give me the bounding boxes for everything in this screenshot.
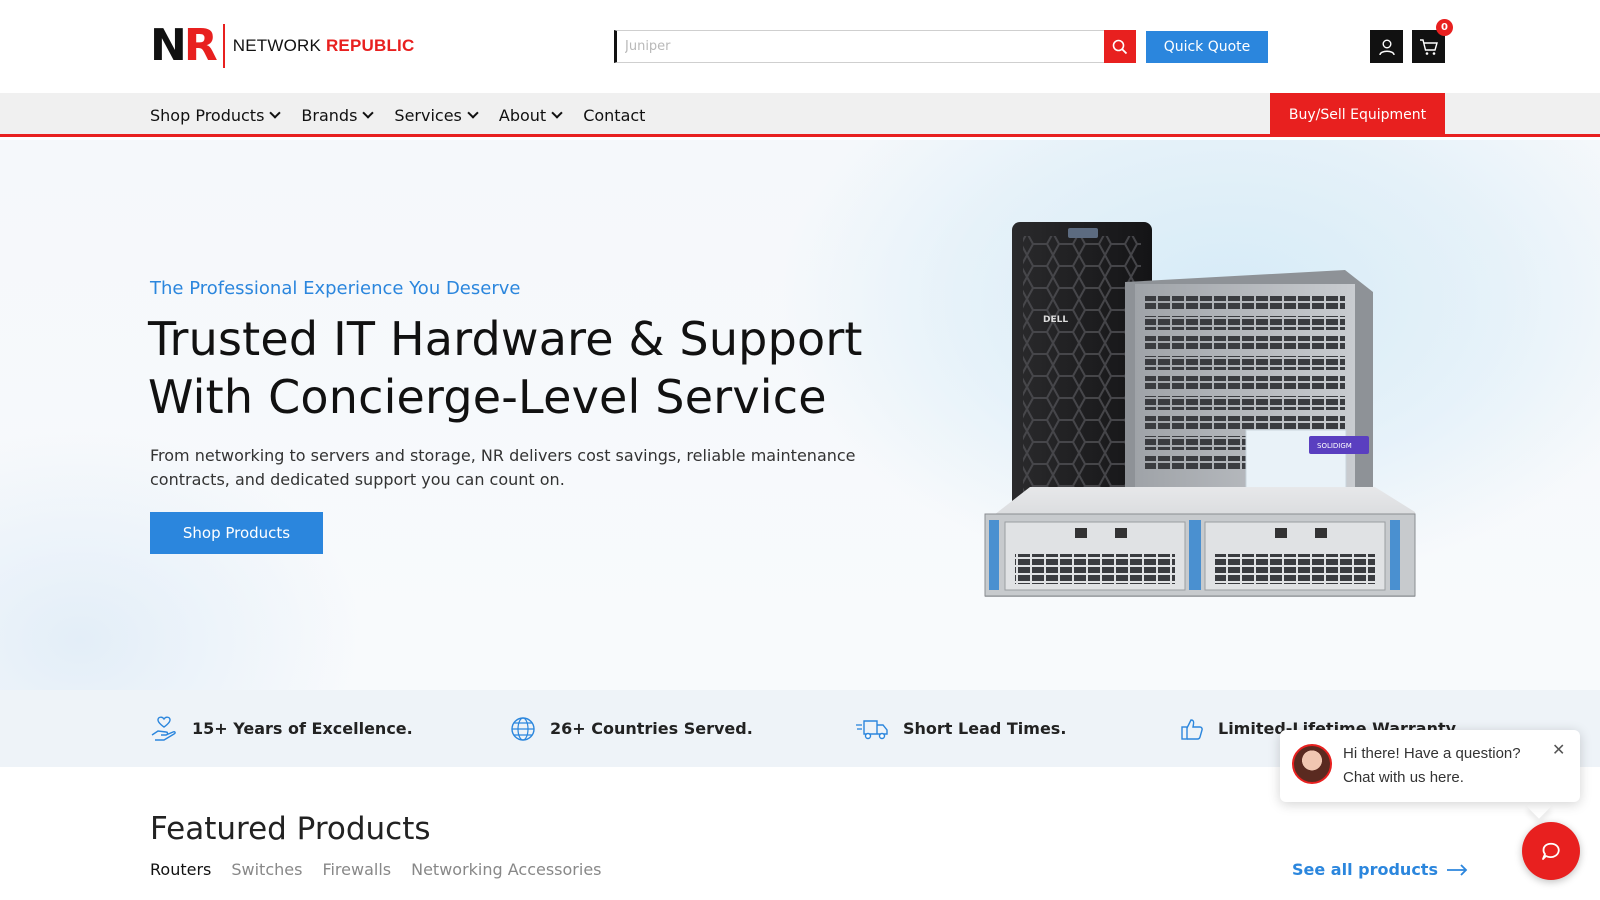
cart-icon xyxy=(1419,38,1438,55)
tab-routers[interactable]: Routers xyxy=(150,860,211,879)
tab-switches[interactable]: Switches xyxy=(231,860,302,879)
tab-firewalls[interactable]: Firewalls xyxy=(322,860,391,879)
feature-lead-times: Short Lead Times. xyxy=(855,690,1066,767)
hero-tagline: The Professional Experience You Deserve xyxy=(150,278,521,299)
nav-item-label: About xyxy=(498,105,547,125)
feature-text: 26+ Countries Served. xyxy=(550,719,753,738)
router-unit xyxy=(984,487,1416,597)
main-nav: Shop Products Brands Services About Cont… xyxy=(0,93,1600,137)
feature-years: 15+ Years of Excellence. xyxy=(150,690,413,767)
feature-countries: 26+ Countries Served. xyxy=(510,690,753,767)
chat-launcher-button[interactable] xyxy=(1522,822,1580,880)
quick-quote-button[interactable]: Quick Quote xyxy=(1146,31,1268,63)
nav-items: Shop Products Brands Services About Cont… xyxy=(150,93,645,137)
see-all-label: See all products xyxy=(1292,860,1438,879)
server-brand-label: DELL xyxy=(1043,315,1068,325)
tab-networking-accessories[interactable]: Networking Accessories xyxy=(411,860,601,879)
logo-word-republic: REPUBLIC xyxy=(325,36,415,55)
nav-item-shop-products[interactable]: Shop Products xyxy=(150,105,282,125)
site-header: NR NETWORK REPUBLIC Quick Quote xyxy=(0,0,1600,93)
chevron-down-icon xyxy=(362,107,375,119)
logo-word-network: NETWORK xyxy=(232,36,322,55)
featured-products-title: Featured Products xyxy=(150,811,431,847)
nav-item-label: Brands xyxy=(301,105,358,125)
account-button[interactable] xyxy=(1370,30,1403,63)
arrow-right-icon xyxy=(1446,863,1468,876)
nav-item-brands[interactable]: Brands xyxy=(301,105,375,125)
hero-product-image: DELL SOLIDIGM xyxy=(984,222,1416,597)
cart-count-badge: 0 xyxy=(1436,19,1453,36)
user-icon xyxy=(1378,39,1395,55)
close-icon[interactable]: ✕ xyxy=(1552,740,1565,759)
feature-text: 15+ Years of Excellence. xyxy=(192,719,413,738)
chassis-switch: SOLIDIGM xyxy=(1125,270,1373,502)
chat-message-line-1: Hi there! Have a question? xyxy=(1343,745,1521,762)
logo-divider xyxy=(222,24,225,68)
chevron-down-icon xyxy=(467,107,479,119)
nav-item-label: Services xyxy=(394,105,462,125)
logo-letter-r: R xyxy=(183,20,218,71)
hero-title-line-1: Trusted IT Hardware & Support xyxy=(148,312,863,366)
buy-sell-equipment-button[interactable]: Buy/Sell Equipment xyxy=(1270,93,1445,137)
thumbs-up-icon xyxy=(1181,718,1203,740)
agent-avatar xyxy=(1292,744,1332,784)
shop-products-button[interactable]: Shop Products xyxy=(150,512,323,554)
nav-item-label: Shop Products xyxy=(150,105,265,125)
ssd-brand-label: SOLIDIGM xyxy=(1317,442,1352,450)
hero-title: Trusted IT Hardware & Support With Conci… xyxy=(148,310,868,426)
site-logo[interactable]: NR NETWORK REPUBLIC xyxy=(150,24,414,68)
nav-item-about[interactable]: About xyxy=(498,105,563,125)
search-button[interactable] xyxy=(1104,30,1136,63)
chat-message-line-2: Chat with us here. xyxy=(1343,769,1464,786)
chevron-down-icon xyxy=(551,107,563,119)
page: NR NETWORK REPUBLIC Quick Quote xyxy=(0,0,1600,900)
chat-message: Hi there! Have a question? Chat with us … xyxy=(1343,742,1533,790)
search-icon xyxy=(1112,39,1128,54)
logo-letter-n: N xyxy=(150,20,187,71)
nav-item-services[interactable]: Services xyxy=(394,105,479,125)
search-field[interactable] xyxy=(614,30,1114,63)
logo-mark: NR xyxy=(150,20,218,71)
hero-title-line-2: With Concierge-Level Service xyxy=(148,370,827,424)
hand-heart-icon xyxy=(151,716,176,741)
chat-bubble-icon xyxy=(1542,842,1560,860)
hero-description: From networking to servers and storage, … xyxy=(150,446,856,489)
see-all-products-link[interactable]: See all products xyxy=(1292,860,1468,879)
chat-popup[interactable]: Hi there! Have a question? Chat with us … xyxy=(1280,730,1580,802)
feature-text: Short Lead Times. xyxy=(903,719,1067,738)
search-input[interactable] xyxy=(617,31,1113,62)
globe-icon xyxy=(511,716,535,741)
product-category-tabs: Routers Switches Firewalls Networking Ac… xyxy=(150,860,602,879)
nav-item-contact[interactable]: Contact xyxy=(583,106,645,125)
nav-item-label: Contact xyxy=(583,105,646,125)
logo-wordmark: NETWORK REPUBLIC xyxy=(233,36,415,56)
chevron-down-icon xyxy=(269,107,282,119)
truck-icon xyxy=(856,719,888,739)
